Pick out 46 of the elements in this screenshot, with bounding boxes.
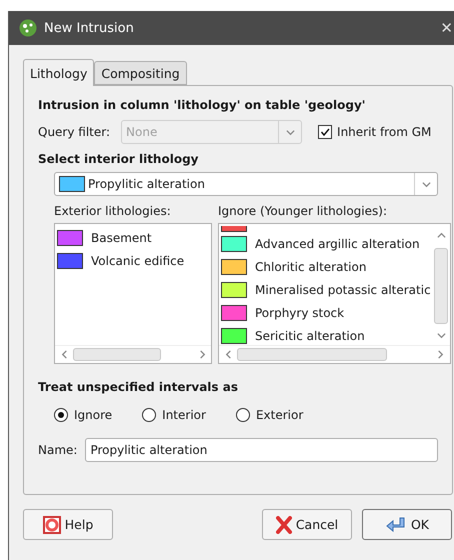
close-button[interactable]: ✕ [440,19,454,37]
scrollbar-thumb[interactable] [237,348,387,361]
checkbox[interactable] [318,125,332,139]
section-heading: Select interior lithology [38,152,200,166]
radio-button[interactable] [142,408,156,422]
radio-label[interactable]: Interior [162,408,206,422]
cancel-button[interactable]: Cancel [262,509,352,540]
field-label: Name: [38,443,78,457]
tab[interactable]: Lithology [23,59,94,86]
list-item[interactable]: Mineralised potassic alteratic [221,278,431,301]
scroll-right-icon [436,350,446,359]
list-item[interactable]: Volcanic edifice [57,249,209,272]
interior-lithology-dropdown[interactable]: Propylitic alteration [54,172,438,196]
scrollbar-thumb[interactable] [434,248,448,324]
radio-label[interactable]: Exterior [256,408,304,422]
list-item[interactable]: Porphyry stock [221,301,431,324]
radio-button[interactable] [54,408,68,422]
chevron-down-icon [286,128,295,136]
list-item[interactable]: Sericitic alteration [221,324,431,345]
tab[interactable]: Compositing [94,61,187,85]
list-label: Ignore (Younger lithologies): [218,204,388,218]
scroll-down-icon [436,331,446,340]
help-button[interactable]: Help [23,509,113,540]
scrollbar-thumb[interactable] [73,348,161,361]
cross-icon [276,516,292,534]
scroll-left-icon [224,350,232,359]
radio-button[interactable] [236,408,250,422]
checkbox-label[interactable]: Inherit from GM [337,125,432,139]
list-item[interactable]: Basement [57,226,209,249]
list-label: Exterior lithologies: [54,204,172,218]
radio-label[interactable]: Ignore [74,408,112,422]
enter-arrow-icon [384,516,407,532]
scroll-right-icon [198,350,206,359]
app-logo-icon [19,19,37,37]
list-item[interactable]: Advanced argillic alteration [221,232,431,255]
section-heading: Intrusion in column 'lithology' on table 'geology' [38,98,366,112]
window-title: New Intrusion [44,20,135,36]
lifebuoy-icon [42,516,61,534]
ok-button[interactable]: OK [362,509,452,540]
scroll-left-icon [60,350,68,359]
list-item[interactable]: Chloritic alteration [221,255,431,278]
field-label: Query filter: [38,125,110,139]
chevron-down-icon [422,180,430,188]
section-heading: Treat unspecified intervals as [38,380,239,394]
name-input-field[interactable]: Propylitic alteration [85,438,438,462]
scroll-up-icon [436,231,446,240]
